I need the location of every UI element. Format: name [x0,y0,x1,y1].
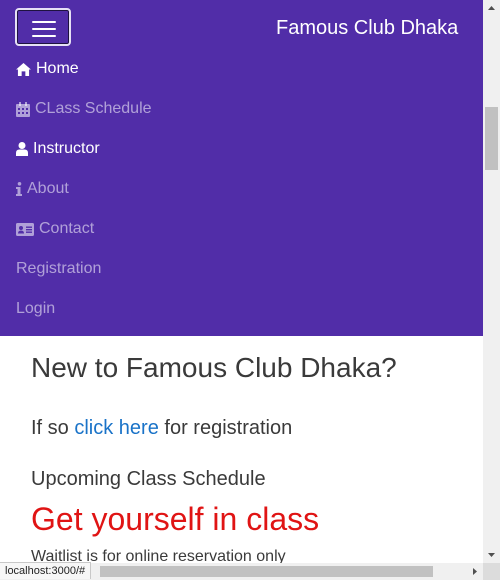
info-icon [16,182,22,196]
nav-item-registration[interactable]: Registration [16,257,101,281]
registration-suffix: for registration [164,417,293,439]
vertical-scroll-thumb[interactable] [485,107,498,170]
page-viewport: Famous Club Dhaka Home CLass Schedule In… [0,0,483,563]
registration-prompt: If so click here for registration [31,417,292,440]
scroll-right-arrow-icon[interactable] [466,563,483,580]
home-icon [16,62,31,76]
horizontal-scroll-thumb[interactable] [100,566,433,577]
navbar-toggler-button[interactable] [15,8,71,46]
promo-title: Get yourself in class [31,501,320,537]
navbar: Famous Club Dhaka Home CLass Schedule In… [0,0,483,336]
registration-prefix: If so [31,417,69,439]
waitlist-note: Waitlist is for online reservation only [31,548,286,563]
nav-item-label: About [27,180,69,197]
navbar-brand[interactable]: Famous Club Dhaka [276,17,458,40]
nav-item-label: Registration [16,260,102,277]
nav-item-label: Login [16,300,56,317]
address-card-icon [16,222,34,236]
hamburger-menu-icon [32,21,56,23]
nav-item-login[interactable]: Login [16,297,55,321]
nav-item-label: Instructor [33,140,100,157]
scroll-down-arrow-icon[interactable] [483,546,500,563]
hamburger-menu-icon-bar [32,35,56,37]
nav-item-about[interactable]: About [16,177,69,201]
scroll-up-arrow-icon[interactable] [483,0,500,17]
user-icon [16,142,28,156]
nav-item-label: Home [36,60,79,77]
status-bar-url: localhost:3000/# [0,562,92,579]
calendar-icon [16,101,30,117]
nav-item-label: CLass Schedule [35,100,152,117]
nav-item-contact[interactable]: Contact [16,217,94,241]
nav-item-instructor[interactable]: Instructor [16,137,100,161]
hamburger-menu-icon-bar [32,28,56,30]
vertical-scrollbar[interactable] [483,0,500,563]
nav-item-home[interactable]: Home [16,57,79,81]
nav-item-class-schedule[interactable]: CLass Schedule [16,97,152,121]
page-heading: New to Famous Club Dhaka? [31,352,397,383]
nav-item-label: Contact [39,220,95,237]
upcoming-schedule-title: Upcoming Class Schedule [31,468,266,490]
scrollbar-corner [483,563,500,580]
registration-link[interactable]: click here [74,417,158,439]
